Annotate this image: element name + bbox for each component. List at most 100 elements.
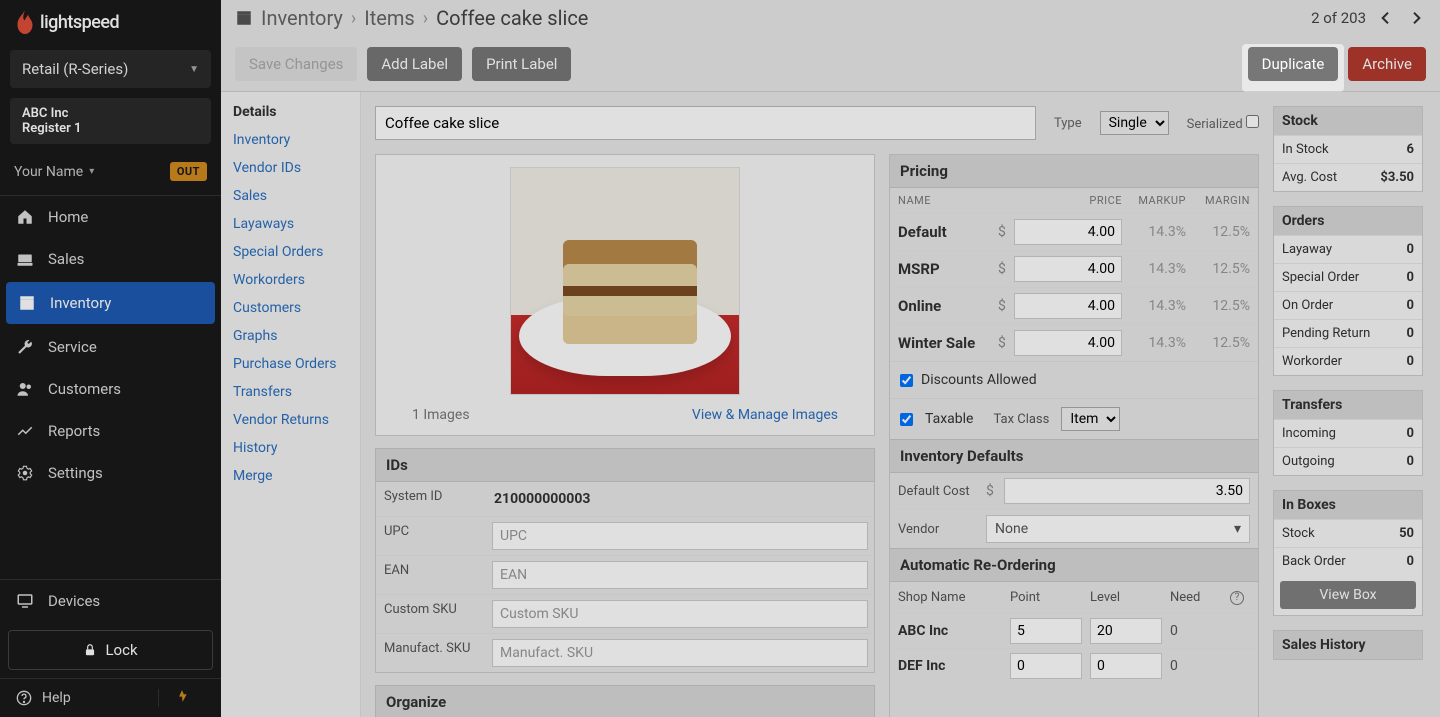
image-count: 1 Images [412,407,470,423]
manufact-sku-input[interactable] [492,639,868,667]
transfers-panel: Transfers Incoming0 Outgoing0 [1273,390,1423,476]
pager-next[interactable] [1406,8,1426,28]
archive-button[interactable]: Archive [1348,47,1426,81]
markup-value: 14.3% [1122,224,1186,240]
view-box-button[interactable]: View Box [1280,581,1416,609]
type-select[interactable]: Single [1100,111,1169,135]
default-cost-input[interactable] [1004,478,1250,504]
duplicate-button[interactable]: Duplicate [1248,47,1339,81]
reorder-point-input[interactable] [1010,653,1082,679]
topbar: Inventory › Items › Coffee cake slice 2 … [221,0,1440,36]
nav-settings[interactable]: Settings [0,452,221,494]
workorder-value: 0 [1407,354,1414,369]
clock-status-badge[interactable]: OUT [170,162,207,181]
default-cost-row: Default Cost $ [890,473,1258,510]
sidebar-bottom: Devices Lock Help [0,579,221,717]
plan-selector[interactable]: Retail (R-Series) ▼ [10,50,211,88]
nav-devices[interactable]: Devices [0,580,221,622]
tax-class-select[interactable]: Item [1061,407,1120,431]
serialized-checkbox[interactable] [1246,115,1259,128]
nav-reports[interactable]: Reports [0,410,221,452]
nav-label: Sales [48,250,84,268]
add-label-button[interactable]: Add Label [367,47,462,81]
discounts-checkbox[interactable] [900,374,913,387]
reorder-point-input[interactable] [1010,618,1082,644]
item-name-input[interactable] [375,106,1036,140]
workorder-label: Workorder [1282,354,1342,369]
price-input[interactable] [1014,256,1122,282]
gear-icon [16,464,34,482]
nav-service[interactable]: Service [0,326,221,368]
user-menu[interactable]: Your Name ▾ [14,164,94,180]
manage-images-link[interactable]: View & Manage Images [692,407,838,423]
subnav-inventory[interactable]: Inventory [221,126,360,154]
pager-prev[interactable] [1376,8,1396,28]
panel-header: In Boxes [1274,491,1422,519]
reorder-level-input[interactable] [1090,618,1162,644]
sales-history-panel: Sales History [1273,630,1423,660]
subnav-history[interactable]: History [221,434,360,462]
main-grid: Type Single Serialized Stock In Stock6 A… [361,92,1440,717]
subnav-special-orders[interactable]: Special Orders [221,238,360,266]
upc-input[interactable] [492,522,868,550]
vendor-select[interactable]: None ▾ [986,515,1250,543]
help-row: Help [0,678,221,717]
nav-home[interactable]: Home [0,196,221,238]
subnav-graphs[interactable]: Graphs [221,322,360,350]
user-row: Your Name ▾ OUT [0,148,221,196]
price-input[interactable] [1014,293,1122,319]
layaway-label: Layaway [1282,242,1332,257]
print-label-button[interactable]: Print Label [472,47,571,81]
subnav-vendor-returns[interactable]: Vendor Returns [221,406,360,434]
subnav-purchase-orders[interactable]: Purchase Orders [221,350,360,378]
serialized-label: Serialized [1187,115,1259,132]
auto-row: DEF Inc 0 [890,648,1258,683]
currency-symbol: $ [998,224,1014,240]
help-icon[interactable]: ? [1230,591,1244,605]
subnav-sales[interactable]: Sales [221,182,360,210]
nav-sales[interactable]: Sales [0,238,221,280]
subnav-details[interactable]: Details [221,98,360,126]
boxes-panel: In Boxes Stock50 Back Order0 View Box [1273,490,1423,616]
nav-inventory[interactable]: Inventory [6,282,215,324]
back-order-value: 0 [1407,554,1414,569]
subnav-vendor-ids[interactable]: Vendor IDs [221,154,360,182]
markup-value: 14.3% [1122,298,1186,314]
nav-label: Reports [48,422,100,440]
company-register[interactable]: ABC Inc Register 1 [10,98,211,144]
currency-symbol: $ [998,335,1014,351]
register-icon [16,250,34,268]
outgoing-value: 0 [1407,454,1414,469]
ean-input[interactable] [492,561,868,589]
reorder-level-input[interactable] [1090,653,1162,679]
help-button[interactable]: Help [16,690,71,706]
nav-customers[interactable]: Customers [0,368,221,410]
breadcrumb-inventory[interactable]: Inventory [261,6,343,30]
taxable-checkbox[interactable] [900,413,913,426]
special-order-value: 0 [1407,270,1414,285]
price-name: Winter Sale [898,334,998,352]
special-order-label: Special Order [1282,270,1359,285]
pin-button[interactable] [158,689,205,707]
breadcrumb-items[interactable]: Items [364,6,414,30]
item-image[interactable] [510,167,740,395]
ids-section: IDs System ID210000000003 UPC EAN Custom… [375,448,875,673]
system-id-label: System ID [376,482,486,516]
type-label: Type [1054,116,1082,131]
subnav-layaways[interactable]: Layaways [221,210,360,238]
currency-symbol: $ [998,298,1014,314]
action-bar: Save Changes Add Label Print Label Dupli… [221,36,1440,92]
subnav-customers[interactable]: Customers [221,294,360,322]
price-input[interactable] [1014,219,1122,245]
chevron-down-icon: ▼ [189,64,199,75]
subnav-transfers[interactable]: Transfers [221,378,360,406]
subnav-workorders[interactable]: Workorders [221,266,360,294]
pending-return-label: Pending Return [1282,326,1370,341]
subnav-merge[interactable]: Merge [221,462,360,490]
price-input[interactable] [1014,330,1122,356]
custom-sku-input[interactable] [492,600,868,628]
incoming-value: 0 [1407,426,1414,441]
currency-symbol: $ [998,261,1014,277]
lock-button[interactable]: Lock [8,630,213,670]
box-stock-label: Stock [1282,526,1315,541]
